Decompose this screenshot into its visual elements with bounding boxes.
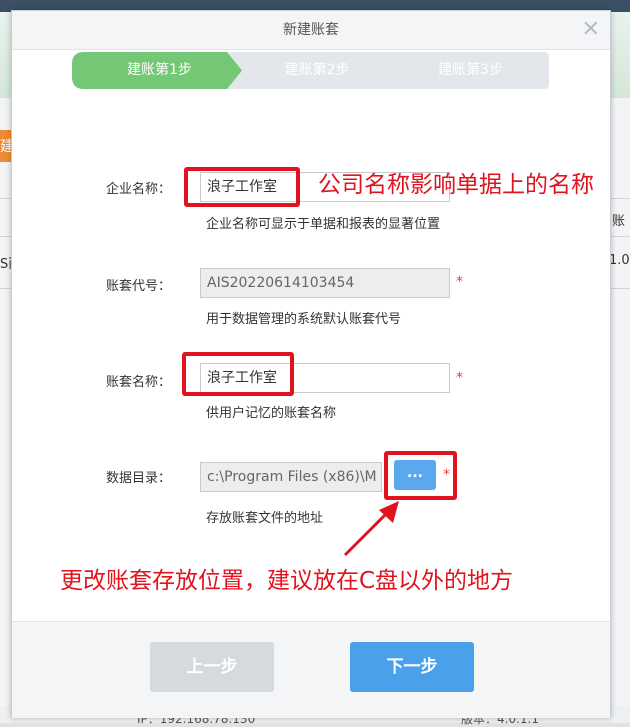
dir-label: 数据目录：: [106, 471, 172, 486]
annotation-directory: 更改账套存放位置，建议放在C盘以外的地方: [60, 568, 514, 594]
close-icon[interactable]: ✕: [582, 11, 600, 49]
step-2-label: 建账第2步: [284, 62, 350, 78]
bg-header-text: 账: [612, 214, 626, 229]
app-tab-fragment[interactable]: 建: [0, 130, 11, 162]
data-directory-input[interactable]: c:\Program Files (x86)\M: [200, 462, 382, 492]
required-mark: *: [456, 370, 463, 386]
next-step-button[interactable]: 下一步: [350, 642, 474, 692]
bg-row-value: 1.0: [609, 253, 630, 268]
required-mark: *: [456, 274, 463, 290]
step-1-label: 建账第1步: [127, 62, 192, 78]
name-hint: 供用户记忆的账套名称: [206, 406, 337, 421]
dialog-title: 新建账套: [283, 22, 339, 38]
highlight-browse-button: [384, 451, 457, 500]
dialog-titlebar: 新建账套 ✕: [12, 11, 610, 50]
dir-hint: 存放账套文件的地址: [206, 511, 324, 526]
step-3-label: 建账第3步: [438, 62, 503, 78]
arrow-icon: [343, 501, 399, 557]
new-account-dialog: 新建账套 ✕ 建账第1步 建账第2步 建账第3步 企业名称： 浪子工作室 企业名…: [11, 10, 611, 718]
highlight-account-name: [182, 352, 294, 396]
step-2: 建账第2步: [227, 52, 407, 89]
account-code-input[interactable]: AIS20220614103454: [200, 268, 450, 298]
company-label: 企业名称：: [106, 182, 172, 197]
name-label: 账套名称：: [106, 375, 172, 390]
bg-row-text: S而: [0, 257, 11, 272]
prev-step-button[interactable]: 上一步: [150, 642, 274, 692]
company-hint: 企业名称可显示于单据和报表的显著位置: [206, 217, 441, 232]
highlight-company-name: [184, 167, 300, 207]
step-1: 建账第1步: [72, 52, 247, 89]
annotation-company: 公司名称影响单据上的名称: [318, 172, 594, 198]
code-hint: 用于数据管理的系统默认账套代号: [206, 312, 402, 327]
step-indicator: 建账第1步 建账第2步 建账第3步: [72, 52, 552, 89]
code-label: 账套代号：: [106, 279, 172, 294]
step-3: 建账第3步: [392, 52, 549, 89]
dialog-footer: 上一步 下一步: [12, 621, 610, 718]
